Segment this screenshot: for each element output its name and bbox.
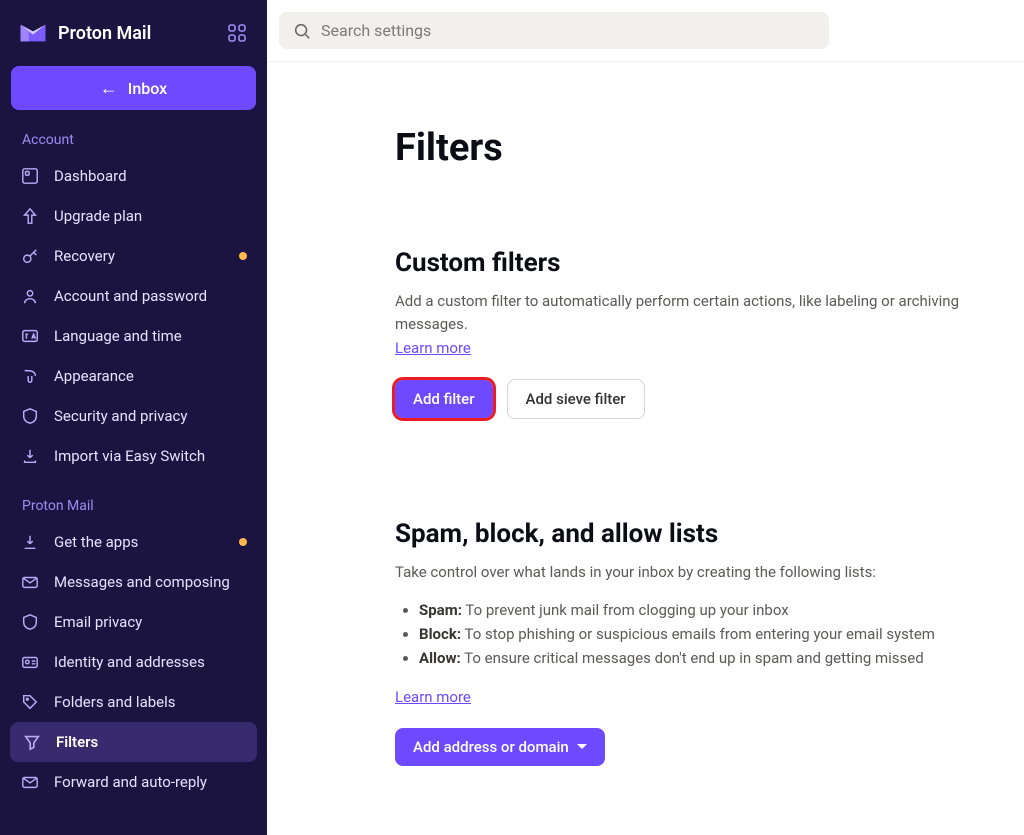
section-account-label: Account: [0, 128, 267, 156]
custom-filters-heading: Custom filters: [395, 248, 996, 278]
search-icon: [293, 22, 311, 40]
sidebar-item-account-password[interactable]: Account and password: [0, 276, 267, 316]
spam-desc: Take control over what lands in your inb…: [395, 561, 996, 584]
tag-icon: [20, 692, 40, 712]
topbar: [267, 0, 1024, 62]
upgrade-icon: [20, 206, 40, 226]
spam-bullet-list: Spam: To prevent junk mail from clogging…: [419, 598, 996, 670]
main: Filters Custom filters Add a custom filt…: [267, 0, 1024, 835]
chevron-down-icon: [577, 744, 587, 749]
sidebar-item-folders-labels[interactable]: Folders and labels: [0, 682, 267, 722]
forward-icon: [20, 772, 40, 792]
sidebar-item-filters[interactable]: Filters: [10, 722, 257, 762]
list-item: Spam: To prevent junk mail from clogging…: [419, 598, 996, 622]
sidebar-item-label: Filters: [56, 733, 245, 751]
sidebar-item-label: Messages and composing: [54, 573, 247, 591]
arrow-left-icon: ←: [100, 78, 118, 99]
custom-filters-buttons: Add filter Add sieve filter: [395, 379, 996, 419]
inbox-label: Inbox: [128, 79, 167, 98]
sidebar-item-label: Import via Easy Switch: [54, 447, 247, 465]
search-input[interactable]: [321, 21, 815, 40]
id-card-icon: [20, 652, 40, 672]
sidebar-item-messages-composing[interactable]: Messages and composing: [0, 562, 267, 602]
sidebar-item-label: Upgrade plan: [54, 207, 247, 225]
app-switcher-icon[interactable]: [227, 23, 247, 43]
envelope-icon: [20, 572, 40, 592]
list-item: Allow: To ensure critical messages don't…: [419, 646, 996, 670]
sidebar-item-import[interactable]: Import via Easy Switch: [0, 436, 267, 476]
dashboard-icon: [20, 166, 40, 186]
add-filter-button[interactable]: Add filter: [395, 380, 493, 418]
shield-icon: [20, 406, 40, 426]
sidebar-item-label: Folders and labels: [54, 693, 247, 711]
proton-logo-icon: [18, 18, 48, 48]
page-title: Filters: [395, 126, 996, 170]
button-label: Add address or domain: [413, 738, 569, 756]
inbox-button[interactable]: ← Inbox: [11, 66, 256, 110]
language-icon: [20, 326, 40, 346]
logo[interactable]: Proton Mail: [18, 18, 151, 48]
sidebar-item-email-privacy[interactable]: Email privacy: [0, 602, 267, 642]
custom-filters-learn-more[interactable]: Learn more: [395, 339, 471, 357]
search-wrap[interactable]: [279, 12, 829, 49]
sidebar-item-dashboard[interactable]: Dashboard: [0, 156, 267, 196]
spam-block-allow-section: Spam, block, and allow lists Take contro…: [395, 519, 996, 766]
sidebar-item-label: Appearance: [54, 367, 247, 385]
sidebar-item-label: Account and password: [54, 287, 247, 305]
sidebar-item-label: Get the apps: [54, 533, 225, 551]
content: Filters Custom filters Add a custom filt…: [267, 62, 1024, 835]
sidebar-item-language-time[interactable]: Language and time: [0, 316, 267, 356]
logo-row: Proton Mail: [0, 0, 267, 62]
custom-filters-section: Custom filters Add a custom filter to au…: [395, 248, 996, 419]
sidebar-item-label: Dashboard: [54, 167, 247, 185]
sidebar-item-appearance[interactable]: Appearance: [0, 356, 267, 396]
sidebar-item-label: Security and privacy: [54, 407, 247, 425]
sidebar-item-security[interactable]: Security and privacy: [0, 396, 267, 436]
sidebar-item-label: Forward and auto-reply: [54, 773, 247, 791]
sidebar-item-label: Recovery: [54, 247, 225, 265]
custom-filters-desc: Add a custom filter to automatically per…: [395, 290, 996, 335]
sidebar-item-label: Language and time: [54, 327, 247, 345]
sidebar-item-label: Email privacy: [54, 613, 247, 631]
attention-dot-icon: [239, 538, 247, 546]
person-icon: [20, 286, 40, 306]
spam-learn-more[interactable]: Learn more: [395, 688, 996, 706]
add-address-domain-button[interactable]: Add address or domain: [395, 728, 605, 766]
shield-icon: [20, 612, 40, 632]
list-item: Block: To stop phishing or suspicious em…: [419, 622, 996, 646]
sidebar-item-recovery[interactable]: Recovery: [0, 236, 267, 276]
section-mail-label: Proton Mail: [0, 494, 267, 522]
sidebar-item-label: Identity and addresses: [54, 653, 247, 671]
import-icon: [20, 446, 40, 466]
sidebar-item-forward-autoreply[interactable]: Forward and auto-reply: [0, 762, 267, 802]
sidebar-item-identity[interactable]: Identity and addresses: [0, 642, 267, 682]
key-icon: [20, 246, 40, 266]
sidebar: Proton Mail ← Inbox Account Dashboard Up…: [0, 0, 267, 835]
attention-dot-icon: [239, 252, 247, 260]
download-icon: [20, 532, 40, 552]
logo-text: Proton Mail: [58, 23, 151, 44]
brush-icon: [20, 366, 40, 386]
spam-heading: Spam, block, and allow lists: [395, 519, 996, 549]
sidebar-item-get-apps[interactable]: Get the apps: [0, 522, 267, 562]
add-sieve-filter-button[interactable]: Add sieve filter: [507, 379, 645, 419]
filter-icon: [22, 732, 42, 752]
sidebar-item-upgrade[interactable]: Upgrade plan: [0, 196, 267, 236]
